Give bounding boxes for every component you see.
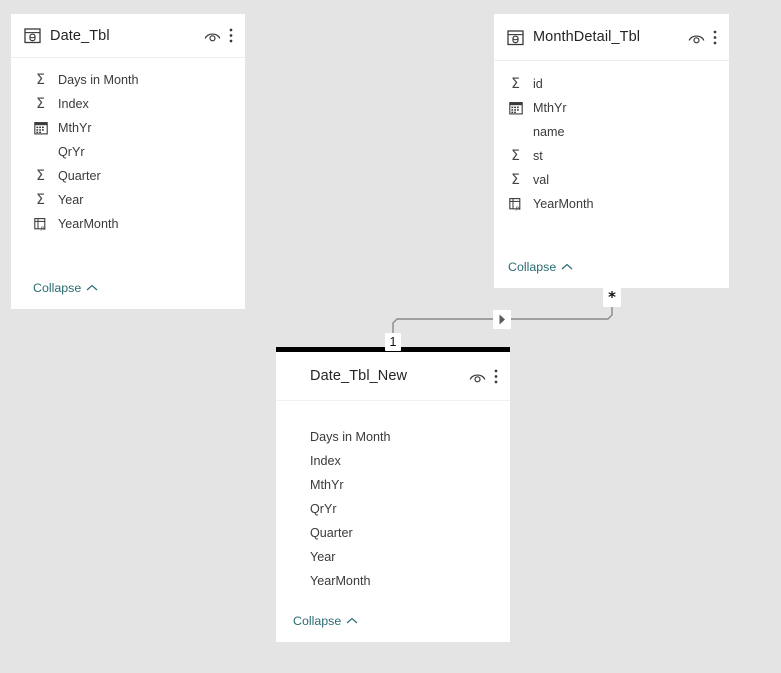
field-list-date-tbl-new: Days in Month Index MthYr QrYr Quarter Y… — [276, 401, 510, 614]
table-name-label: Date_Tbl — [50, 27, 110, 44]
field-name-label: Days in Month — [310, 430, 391, 444]
more-options-icon[interactable] — [713, 30, 717, 45]
cardinality-one-label: 1 — [389, 334, 397, 349]
calculated-column-icon: fx — [508, 197, 523, 212]
table-header-actions[interactable] — [204, 28, 233, 43]
field-row[interactable]: fx YearMonth — [508, 192, 729, 216]
chevron-up-icon — [346, 617, 358, 624]
field-row[interactable]: Days in Month — [310, 425, 510, 449]
field-row[interactable]: Σ id — [508, 72, 729, 96]
field-name-label: YearMonth — [310, 574, 371, 588]
more-options-icon[interactable] — [494, 369, 498, 384]
field-name-label: st — [533, 149, 543, 163]
table-card-date-tbl[interactable]: Date_Tbl Σ Days in Month Σ Index MthYr Q… — [11, 14, 245, 309]
field-row[interactable]: Σ Year — [33, 188, 245, 212]
relationship-cardinality-many[interactable]: * — [603, 288, 621, 307]
field-row[interactable]: MthYr — [310, 473, 510, 497]
model-view-canvas[interactable]: * 1 Date_Tbl Σ Days in Month Σ Index Mth… — [0, 0, 781, 673]
collapse-button-date-tbl-new[interactable]: Collapse — [276, 614, 510, 642]
field-row[interactable]: Σ Quarter — [33, 164, 245, 188]
calendar-icon — [33, 121, 48, 136]
sum-icon: Σ — [36, 192, 45, 208]
field-row[interactable]: MthYr — [508, 96, 729, 120]
collapse-button-date-tbl[interactable]: Collapse — [11, 281, 245, 309]
field-name-label: YearMonth — [533, 197, 594, 211]
more-options-icon[interactable] — [229, 28, 233, 43]
field-name-label: MthYr — [58, 121, 92, 135]
field-name-label: QrYr — [310, 502, 337, 516]
table-header-date-tbl[interactable]: Date_Tbl — [11, 14, 245, 58]
field-name-label: Index — [58, 97, 89, 111]
field-name-label: Index — [310, 454, 341, 468]
sum-icon: Σ — [36, 168, 45, 184]
field-name-label: Days in Month — [58, 73, 139, 87]
field-row[interactable]: Index — [310, 449, 510, 473]
filter-direction-arrow-icon — [499, 314, 505, 325]
table-icon — [24, 28, 41, 44]
field-name-label: YearMonth — [58, 217, 119, 231]
field-row[interactable]: fx YearMonth — [33, 212, 245, 236]
eye-icon[interactable] — [688, 31, 705, 44]
field-row[interactable]: QrYr — [310, 497, 510, 521]
cardinality-many-label: * — [608, 288, 616, 306]
field-name-label: val — [533, 173, 550, 187]
relationship-arrow-chip[interactable] — [493, 310, 511, 329]
field-row[interactable]: Σ Index — [33, 92, 245, 116]
chevron-up-icon — [86, 284, 98, 291]
field-row[interactable]: name — [508, 120, 729, 144]
field-row[interactable]: QrYr — [33, 140, 245, 164]
field-name-label: MthYr — [310, 478, 344, 492]
svg-text:fx: fx — [514, 206, 520, 211]
chevron-up-icon — [561, 263, 573, 270]
sum-icon: Σ — [511, 76, 520, 92]
sum-icon: Σ — [511, 172, 520, 188]
field-row[interactable]: Year — [310, 545, 510, 569]
calendar-icon — [508, 101, 523, 116]
sum-icon: Σ — [511, 148, 520, 164]
calculated-column-icon: fx — [33, 217, 48, 232]
table-header-monthdetail-tbl[interactable]: MonthDetail_Tbl — [494, 14, 729, 61]
collapse-label: Collapse — [293, 614, 342, 628]
field-name-label: MthYr — [533, 101, 567, 115]
collapse-label: Collapse — [33, 281, 82, 295]
table-header-date-tbl-new[interactable]: Date_Tbl_New — [276, 352, 510, 401]
field-row[interactable]: Σ Days in Month — [33, 68, 245, 92]
field-name-label: name — [533, 125, 565, 139]
field-row[interactable]: Σ st — [508, 144, 729, 168]
table-card-monthdetail-tbl[interactable]: MonthDetail_Tbl Σ id MthYr name Σ st Σ v… — [494, 14, 729, 288]
eye-icon[interactable] — [204, 29, 221, 42]
collapse-button-monthdetail-tbl[interactable]: Collapse — [494, 260, 729, 288]
table-name-label: MonthDetail_Tbl — [533, 29, 641, 45]
field-name-label: Quarter — [310, 526, 353, 540]
sum-icon: Σ — [36, 96, 45, 112]
field-name-label: Year — [58, 193, 84, 207]
collapse-label: Collapse — [508, 260, 557, 274]
field-name-label: Year — [310, 550, 336, 564]
relationship-cardinality-one[interactable]: 1 — [385, 333, 401, 351]
table-icon — [507, 29, 524, 45]
field-row[interactable]: MthYr — [33, 116, 245, 140]
field-name-label: id — [533, 77, 543, 91]
field-row[interactable]: YearMonth — [310, 569, 510, 593]
table-header-actions[interactable] — [469, 369, 498, 384]
table-card-date-tbl-new[interactable]: Date_Tbl_New Days in Month Index MthYr Q… — [276, 347, 510, 642]
table-header-actions[interactable] — [688, 30, 717, 45]
sum-icon: Σ — [36, 72, 45, 88]
field-name-label: Quarter — [58, 169, 101, 183]
field-row[interactable]: Quarter — [310, 521, 510, 545]
field-list-date-tbl: Σ Days in Month Σ Index MthYr QrYr Σ Qua… — [11, 58, 245, 281]
svg-text:fx: fx — [39, 226, 45, 231]
field-name-label: QrYr — [58, 145, 85, 159]
field-list-monthdetail-tbl: Σ id MthYr name Σ st Σ val fx YearMonth — [494, 61, 729, 260]
eye-icon[interactable] — [469, 370, 486, 383]
table-name-label: Date_Tbl_New — [310, 368, 408, 384]
field-row[interactable]: Σ val — [508, 168, 729, 192]
